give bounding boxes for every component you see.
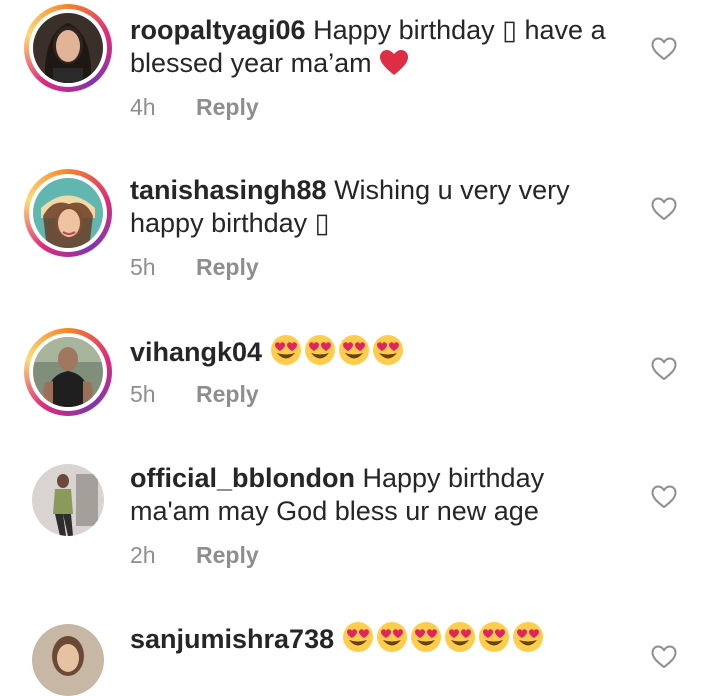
heart-outline-icon[interactable]	[651, 645, 677, 669]
heart-eyes-emoji	[478, 622, 509, 652]
comment-text: sanjumishra738	[130, 621, 630, 656]
story-ring[interactable]	[24, 169, 112, 257]
username[interactable]: roopaltyagi06	[130, 15, 306, 45]
timestamp: 5h	[130, 254, 156, 280]
emoji-group	[342, 622, 546, 654]
avatar	[33, 337, 103, 407]
emoji-group	[270, 335, 406, 367]
reply-button[interactable]: Reply	[196, 94, 259, 120]
comment-meta: 5h Reply	[130, 381, 259, 408]
heart-outline-icon[interactable]	[651, 357, 677, 381]
reply-button[interactable]: Reply	[196, 542, 259, 568]
avatar	[33, 178, 103, 248]
username[interactable]: sanjumishra738	[130, 624, 334, 654]
story-ring[interactable]	[24, 4, 112, 92]
comment-text: official_bblondon Happy birthday ma'am m…	[130, 462, 630, 528]
comment-text: roopaltyagi06 Happy birthday ▯ have a bl…	[130, 14, 630, 80]
red-heart-emoji	[380, 50, 409, 75]
comment-meta: 5h Reply	[130, 254, 259, 281]
comment-text: vihangk04	[130, 334, 630, 369]
heart-eyes-emoji	[304, 335, 335, 365]
heart-eyes-emoji	[444, 622, 475, 652]
heart-outline-icon[interactable]	[651, 197, 677, 221]
heart-eyes-emoji	[410, 622, 441, 652]
reply-button[interactable]: Reply	[196, 254, 259, 280]
heart-outline-icon[interactable]	[651, 485, 677, 509]
heart-outline-icon[interactable]	[651, 37, 677, 61]
avatar[interactable]	[32, 464, 104, 536]
story-ring[interactable]	[24, 328, 112, 416]
heart-eyes-emoji	[512, 622, 543, 652]
avatar	[33, 13, 103, 83]
timestamp: 5h	[130, 381, 156, 407]
comment-body	[262, 337, 270, 367]
username[interactable]: official_bblondon	[130, 463, 355, 493]
timestamp: 4h	[130, 94, 156, 120]
username[interactable]: vihangk04	[130, 337, 262, 367]
heart-eyes-emoji	[342, 622, 373, 652]
heart-eyes-emoji	[338, 335, 369, 365]
comment-text: tanishasingh88 Wishing u very very happy…	[130, 174, 630, 240]
heart-eyes-emoji	[270, 335, 301, 365]
heart-eyes-emoji	[372, 335, 403, 365]
comment-meta: 4h Reply	[130, 94, 259, 121]
comment-body	[334, 624, 342, 654]
heart-eyes-emoji	[376, 622, 407, 652]
comment-meta: 2h Reply	[130, 542, 259, 569]
timestamp: 2h	[130, 542, 156, 568]
reply-button[interactable]: Reply	[196, 381, 259, 407]
avatar[interactable]	[32, 624, 104, 696]
username[interactable]: tanishasingh88	[130, 175, 327, 205]
